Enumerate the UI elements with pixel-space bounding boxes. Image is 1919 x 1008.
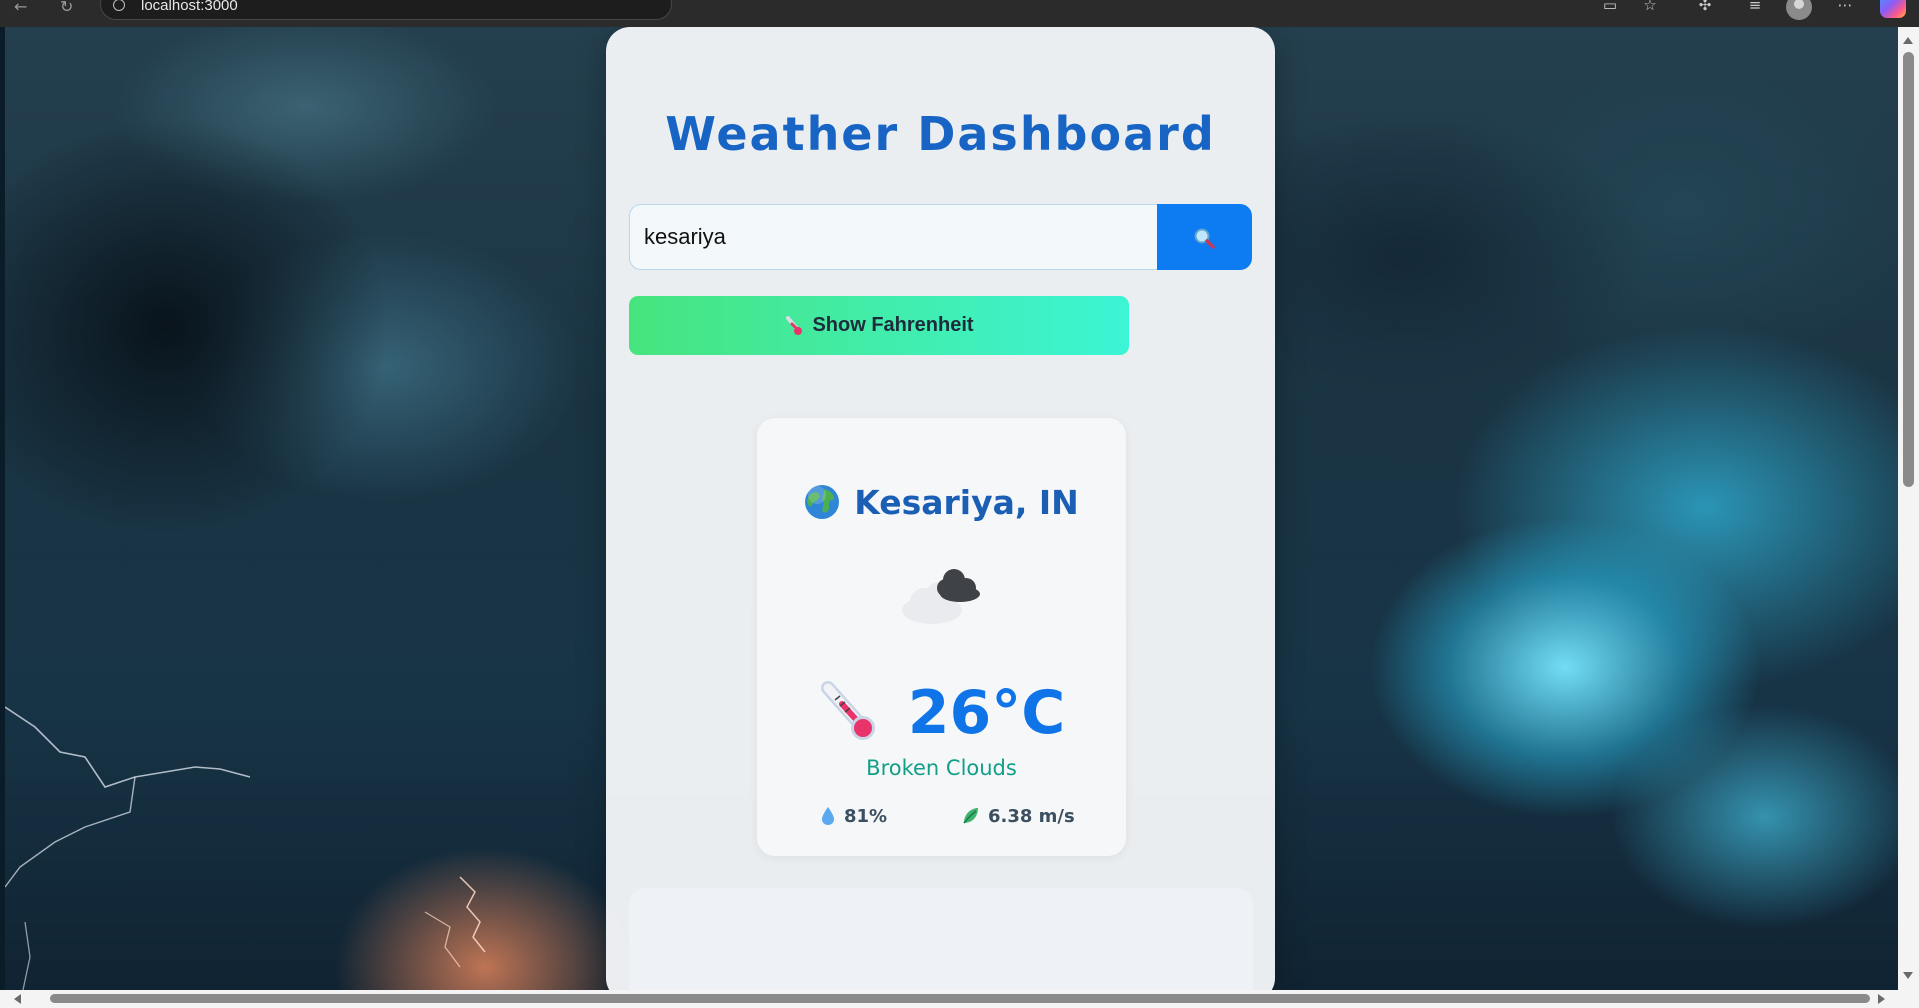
more-menu-icon[interactable]: ⋯ xyxy=(1835,0,1855,14)
favorites-list-icon[interactable]: ≡ xyxy=(1745,0,1765,14)
vertical-scrollbar-thumb[interactable] xyxy=(1903,52,1914,487)
reload-icon[interactable]: ↻ xyxy=(60,0,73,15)
humidity-stat: 81% xyxy=(820,803,887,829)
thermometer-icon xyxy=(820,681,875,740)
temperature-value: 26°C xyxy=(907,678,1066,748)
water-drop-icon xyxy=(822,807,834,825)
horizontal-scrollbar-thumb[interactable] xyxy=(50,994,1870,1003)
thermometer-icon xyxy=(786,315,803,335)
current-weather-card: Kesariya, IN 26°C Broken Clouds 81% 6.38… xyxy=(757,418,1126,856)
back-icon[interactable]: ← xyxy=(14,0,27,15)
scroll-up-arrow-icon[interactable] xyxy=(1903,37,1913,44)
scroll-left-arrow-icon[interactable] xyxy=(14,994,21,1004)
address-url[interactable]: localhost:3000 xyxy=(141,0,238,13)
humidity-value: 81% xyxy=(844,805,888,827)
scroll-down-arrow-icon[interactable] xyxy=(1903,972,1913,979)
site-info-icon[interactable] xyxy=(113,0,125,11)
page-title: Weather Dashboard xyxy=(665,107,1216,161)
scroll-right-arrow-icon[interactable] xyxy=(1878,994,1885,1004)
split-screen-icon[interactable]: ▭ xyxy=(1600,0,1620,14)
browser-toolbar: ← ↻ localhost:3000 ▭ ☆ ✣ ≡ ⋯ xyxy=(0,0,1919,27)
wind-stat: 6.38 m/s xyxy=(960,803,1075,829)
location-name: Kesariya, IN xyxy=(854,482,1079,522)
dashboard-panel: Weather Dashboard Show Fahrenheit Kesari… xyxy=(606,27,1275,1002)
fahrenheit-toggle-button[interactable]: Show Fahrenheit xyxy=(629,296,1129,355)
forecast-card xyxy=(629,888,1253,1002)
globe-icon xyxy=(805,485,840,519)
location-row: Kesariya, IN xyxy=(757,480,1126,524)
favorite-star-icon[interactable]: ☆ xyxy=(1640,0,1660,14)
fahrenheit-toggle-label: Show Fahrenheit xyxy=(812,314,974,336)
wind-leaf-icon xyxy=(963,808,978,824)
extensions-icon[interactable]: ✣ xyxy=(1695,0,1715,14)
broken-clouds-icon xyxy=(898,566,986,626)
city-search-input[interactable] xyxy=(629,204,1157,270)
profile-avatar[interactable] xyxy=(1786,0,1812,20)
magnifier-icon xyxy=(1194,228,1215,249)
weather-description: Broken Clouds xyxy=(866,756,1017,780)
temperature-row: 26°C xyxy=(757,673,1126,753)
search-button[interactable] xyxy=(1157,204,1252,270)
wind-speed-value: 6.38 m/s xyxy=(988,805,1075,827)
address-bar[interactable]: localhost:3000 xyxy=(100,0,672,20)
copilot-icon[interactable] xyxy=(1880,0,1906,18)
